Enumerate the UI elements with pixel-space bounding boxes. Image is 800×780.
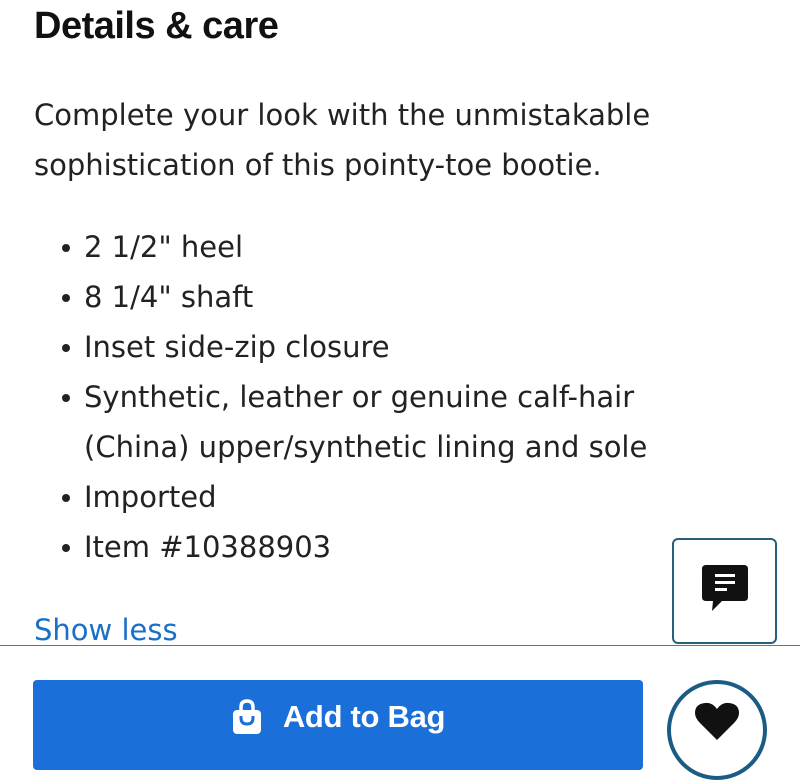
list-item: 2 1/2" heel <box>34 222 734 272</box>
list-item: Inset side-zip closure <box>34 322 734 372</box>
details-list: 2 1/2" heel 8 1/4" shaft Inset side-zip … <box>34 222 734 572</box>
chat-bubble-icon <box>700 563 750 619</box>
chat-button[interactable] <box>672 538 777 644</box>
section-title: Details & care <box>34 5 279 47</box>
product-description: Complete your look with the unmistakable… <box>34 98 651 182</box>
add-to-bag-label: Add to Bag <box>282 699 446 734</box>
heart-icon <box>695 702 739 746</box>
favorite-button[interactable] <box>667 680 767 780</box>
list-item: Imported <box>34 472 734 522</box>
list-item: Item #10388903 <box>34 522 734 572</box>
list-item: Synthetic, leather or genuine calf-hair … <box>34 372 734 472</box>
shopping-bag-icon <box>231 698 263 736</box>
list-item: 8 1/4" shaft <box>34 272 734 322</box>
add-to-bag-button[interactable]: Add to Bag <box>33 680 643 770</box>
